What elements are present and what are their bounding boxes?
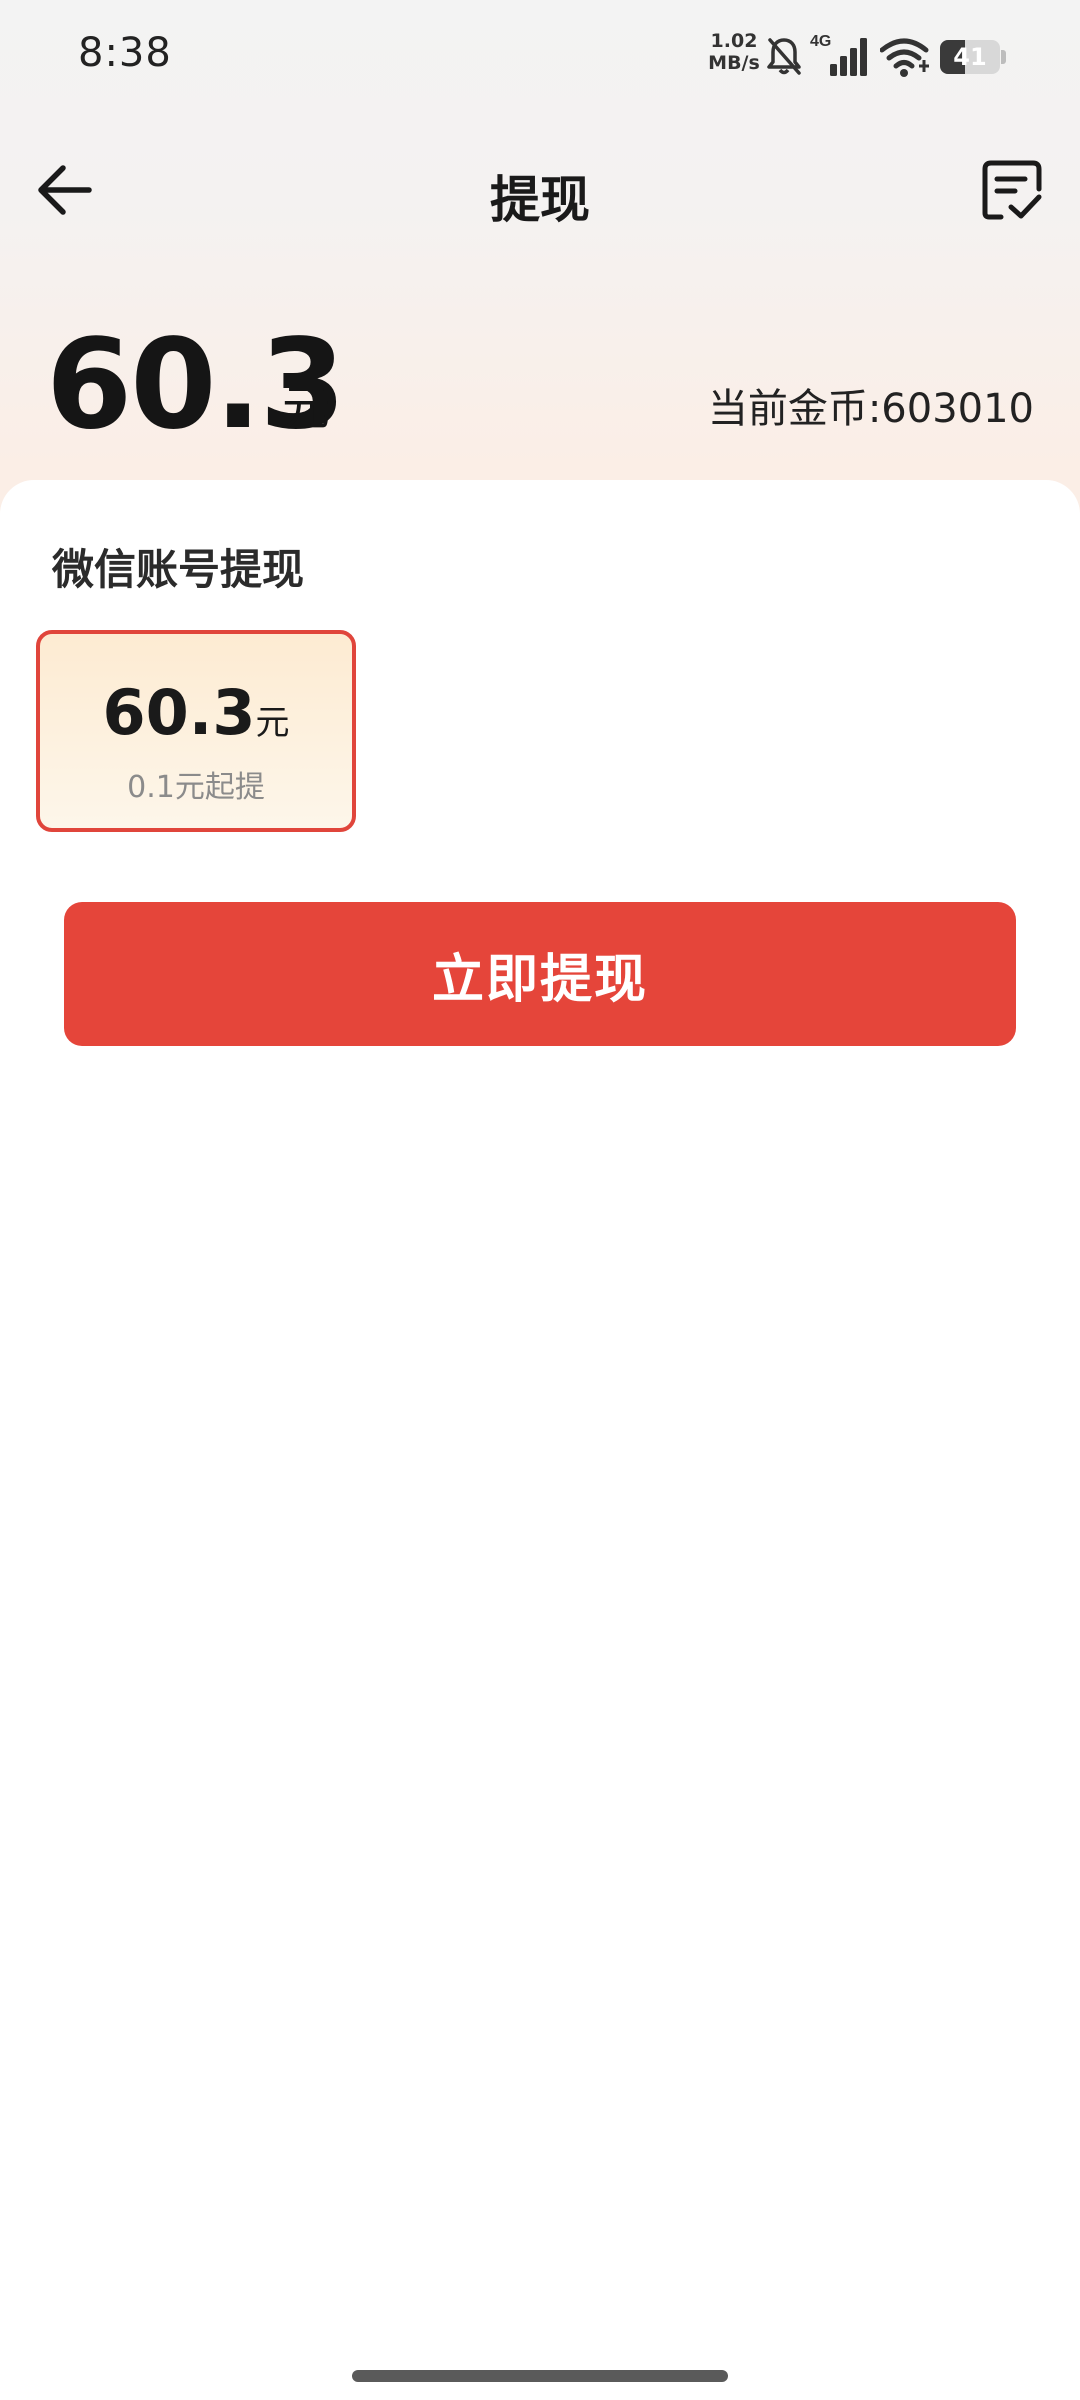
network-speed-value: 1.02 [710, 30, 758, 52]
network-type-label: 4G [810, 33, 831, 50]
withdraw-screen: 8:38 1.02 MB/s 4G 41 提现 60.3 元 当前金币:6030… [0, 0, 1080, 2400]
section-title: 微信账号提现 [52, 545, 305, 594]
network-speed-unit: MB/s [708, 52, 760, 74]
status-time: 8:38 [78, 30, 172, 76]
battery-level: 41 [953, 43, 987, 71]
bell-muted-icon [766, 36, 802, 80]
option-unit: 元 [255, 703, 290, 743]
current-coins: 当前金币:603010 [707, 386, 1034, 432]
balance-unit: 元 [282, 380, 331, 436]
option-amount: 60.3 [102, 676, 256, 749]
network-speed: 1.02 MB/s [706, 30, 762, 74]
withdraw-record-button[interactable] [976, 154, 1048, 226]
withdraw-option-selected[interactable]: 60.3元 0.1元起提 [36, 630, 356, 832]
withdraw-panel: 微信账号提现 60.3元 0.1元起提 立即提现 [0, 480, 1080, 2400]
status-bar: 8:38 1.02 MB/s 4G 41 [0, 0, 1080, 118]
option-minimum-note: 0.1元起提 [127, 770, 265, 805]
option-amount-row: 60.3元 [40, 676, 352, 749]
nav-bar: 提现 [0, 130, 1080, 250]
page-title: 提现 [490, 171, 590, 229]
withdraw-record-icon [982, 160, 1042, 220]
balance-summary: 60.3 元 当前金币:603010 [0, 320, 1080, 450]
wifi-icon [879, 38, 932, 82]
withdraw-now-button[interactable]: 立即提现 [64, 902, 1016, 1046]
signal-icon: 4G [808, 32, 872, 82]
home-indicator[interactable] [352, 2370, 728, 2382]
